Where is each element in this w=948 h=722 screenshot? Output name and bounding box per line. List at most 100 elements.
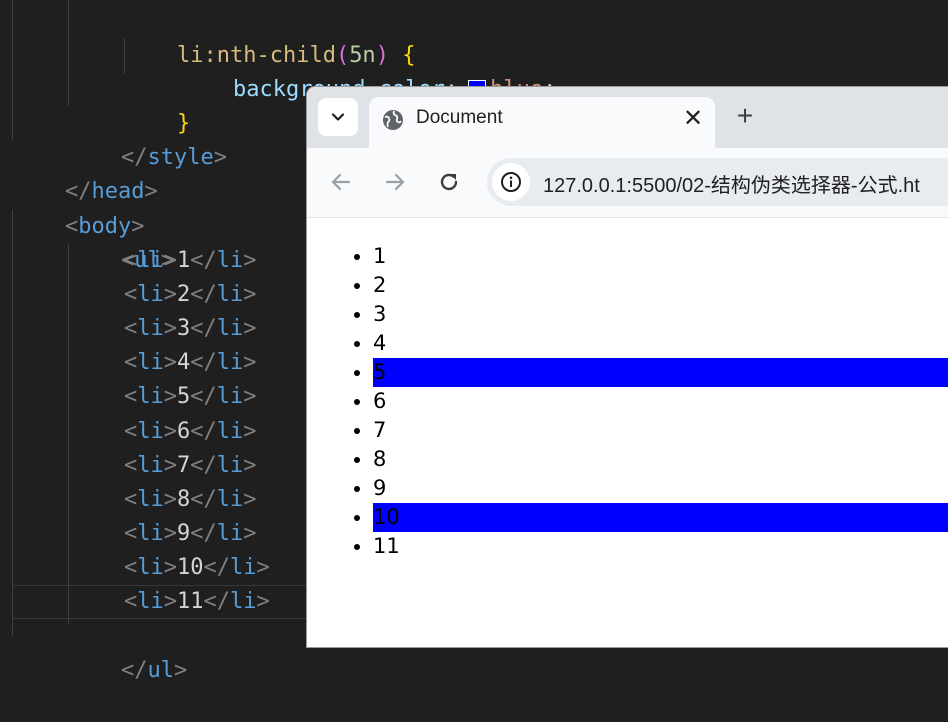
- tag-name: li: [137, 316, 164, 342]
- tag-bracket: >: [243, 282, 257, 308]
- tag-name: li: [216, 418, 244, 444]
- code-line-li[interactable]: <li>11</li>: [12, 585, 312, 619]
- tag-name: li: [137, 350, 164, 376]
- tag-bracket: <: [124, 350, 138, 376]
- list-item: 2: [373, 271, 948, 300]
- browser-window: Document ✕ + 127.0.0.1:5500/02-结构伪类选择器-公…: [307, 87, 948, 647]
- site-info-button[interactable]: [492, 163, 530, 201]
- tag-name: li: [137, 384, 164, 410]
- tag-bracket: >: [163, 554, 177, 580]
- url-text: 127.0.0.1:5500/02-结构伪类选择器-公式.ht: [543, 175, 920, 197]
- tag-bracket: >: [163, 282, 177, 308]
- list-item: 9: [373, 474, 948, 503]
- tag-name: li: [216, 520, 244, 546]
- forward-arrow-icon[interactable]: [381, 168, 409, 196]
- tag-bracket: <: [124, 589, 138, 614]
- tag-bracket: >: [163, 418, 177, 444]
- tag-bracket: >: [243, 452, 257, 478]
- tag-name: li: [216, 486, 244, 512]
- tag-bracket: >: [243, 418, 257, 444]
- tag-bracket: >: [256, 554, 270, 580]
- tab-title: Document: [416, 107, 503, 128]
- tag-name: li: [137, 452, 164, 478]
- tag-bracket: <: [124, 452, 138, 478]
- list-item: 4: [373, 329, 948, 358]
- tag-name: li: [137, 554, 164, 580]
- tag-bracket: <: [124, 486, 138, 512]
- tag-name: ul: [147, 658, 174, 683]
- li-text: 2: [177, 282, 191, 308]
- indent-guide: [68, 0, 69, 106]
- tag-name: li: [137, 486, 164, 512]
- li-text: 1: [177, 248, 191, 273]
- tag-bracket: </: [190, 520, 217, 546]
- info-icon: [501, 172, 521, 192]
- tag-bracket: <: [124, 418, 138, 444]
- tag-name: li: [216, 282, 244, 308]
- address-bar[interactable]: 127.0.0.1:5500/02-结构伪类选择器-公式.ht: [487, 158, 948, 206]
- tag-bracket: </: [190, 282, 217, 308]
- tag-bracket: >: [256, 589, 270, 614]
- tag-bracket: </: [190, 486, 217, 512]
- tag-bracket: <: [124, 520, 138, 546]
- tag-bracket: </: [190, 418, 217, 444]
- tag-bracket: >: [243, 486, 257, 512]
- li-text: 10: [177, 554, 204, 580]
- tag-bracket: >: [163, 248, 177, 273]
- globe-icon: [383, 110, 403, 130]
- tag-name: li: [137, 248, 164, 273]
- reload-icon[interactable]: [435, 168, 463, 196]
- tag-bracket: <: [124, 554, 138, 580]
- li-text: 3: [177, 316, 191, 342]
- code-line-selector[interactable]: li:nth-child(5n) {: [124, 5, 948, 68]
- code-line-head-close[interactable]: </head>: [12, 141, 322, 204]
- tag-name: li: [216, 350, 244, 376]
- tag-bracket: >: [243, 248, 257, 273]
- tag-bracket: </: [190, 384, 217, 410]
- tag-name: li: [137, 418, 164, 444]
- li-text: 7: [177, 452, 191, 478]
- tag-name: li: [216, 316, 244, 342]
- tag-name: li: [230, 589, 257, 614]
- tag-bracket: >: [163, 452, 177, 478]
- chevron-down-icon: [331, 113, 345, 121]
- tag-bracket: >: [163, 589, 177, 614]
- list-item: 3: [373, 300, 948, 329]
- li-text: 4: [177, 350, 191, 376]
- tag-name: li: [216, 384, 244, 410]
- tab-search-button[interactable]: [318, 98, 358, 136]
- back-arrow-icon[interactable]: [327, 168, 355, 196]
- tag-name: li: [216, 452, 244, 478]
- tag-bracket: >: [163, 486, 177, 512]
- code-line-body-open[interactable]: <body>: [12, 176, 322, 239]
- indent-guide: [12, 0, 13, 140]
- tag-bracket: </: [190, 350, 217, 376]
- list-item: 7: [373, 416, 948, 445]
- list-item: 1: [373, 242, 948, 271]
- tag-name: li: [216, 248, 244, 273]
- list-item: 11: [373, 532, 948, 561]
- li-text: 5: [177, 384, 191, 410]
- tag-bracket: </: [203, 554, 231, 580]
- list-item: 6: [373, 387, 948, 416]
- new-tab-button[interactable]: +: [731, 101, 759, 131]
- code-line-declaration[interactable]: background-color:blue;: [180, 39, 948, 102]
- tag-bracket: <: [124, 282, 138, 308]
- li-text: 11: [177, 589, 204, 614]
- tag-bracket: >: [163, 384, 177, 410]
- tag-bracket: </: [190, 452, 217, 478]
- tag-name: li: [137, 589, 164, 614]
- li-text: 9: [177, 520, 191, 546]
- li-text: 8: [177, 486, 191, 512]
- tag-bracket: <: [124, 384, 138, 410]
- tab-document[interactable]: Document ✕: [369, 97, 715, 148]
- page-viewport: 1234567891011: [307, 218, 948, 647]
- browser-toolbar: 127.0.0.1:5500/02-结构伪类选择器-公式.ht: [307, 148, 948, 218]
- list-item: 5: [373, 358, 948, 387]
- tag-bracket: >: [243, 384, 257, 410]
- tag-bracket: >: [243, 350, 257, 376]
- tag-bracket: >: [243, 316, 257, 342]
- tab-strip: Document ✕ +: [307, 87, 948, 148]
- close-icon[interactable]: ✕: [681, 105, 705, 133]
- tag-bracket: >: [163, 350, 177, 376]
